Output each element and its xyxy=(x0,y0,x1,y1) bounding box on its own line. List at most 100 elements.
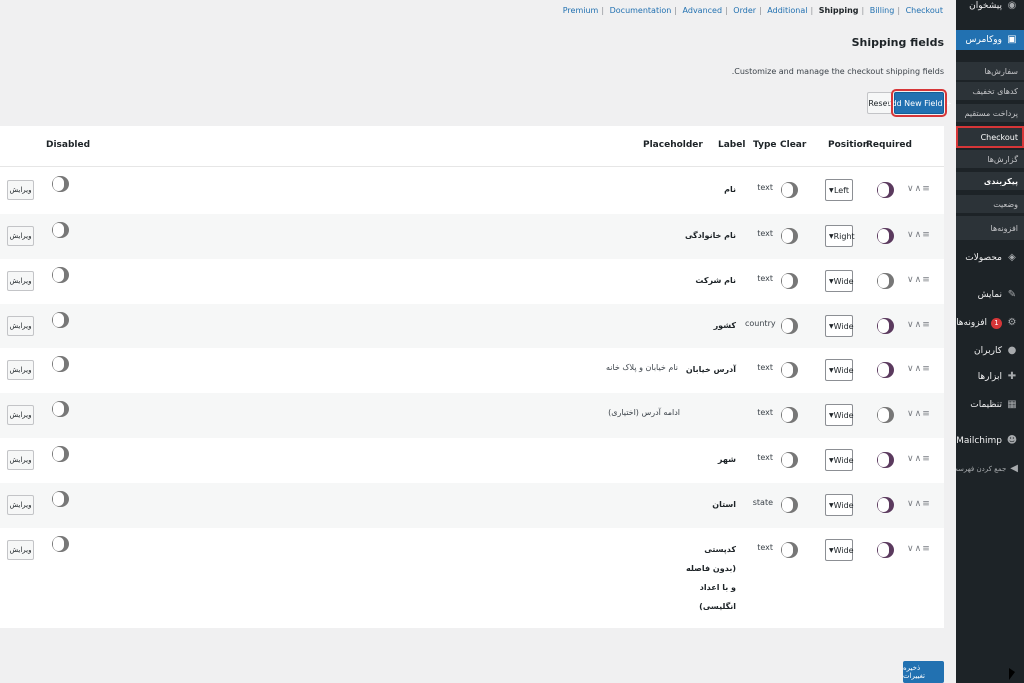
sidebar-item-settings[interactable]: تنظیمات ▦ xyxy=(956,395,1024,415)
type-cell: state xyxy=(752,498,773,507)
disabled-toggle[interactable] xyxy=(52,176,69,192)
sidebar-item-plugins[interactable]: افزونه‌ها 1 ⚙ xyxy=(956,313,1024,333)
edit-button[interactable]: ویرایش xyxy=(7,540,34,560)
clear-toggle[interactable] xyxy=(781,497,798,513)
tab-shipping[interactable]: Shipping xyxy=(819,6,859,15)
move-down-icon[interactable]: ∨ xyxy=(907,364,915,374)
admin-sidebar: پیشخوان ◉ ووکامرس ▣ سفارش‌ها کدهای تخفیف… xyxy=(956,0,1024,683)
disabled-toggle[interactable] xyxy=(52,491,69,507)
clear-toggle[interactable] xyxy=(781,362,798,378)
sidebar-item-label: جمع کردن فهرست xyxy=(956,465,1007,473)
edit-button[interactable]: ویرایش xyxy=(7,450,34,470)
edit-button[interactable]: ویرایش xyxy=(7,405,34,425)
drag-handle-icon[interactable]: ≡ xyxy=(922,275,931,285)
submenu-status[interactable]: وضعیت xyxy=(956,195,1024,213)
submenu-reports[interactable]: گزارش‌ها xyxy=(956,150,1024,168)
move-down-icon[interactable]: ∨ xyxy=(907,499,915,509)
required-toggle[interactable] xyxy=(877,452,894,468)
row-actions: ∨∧≡ xyxy=(907,499,931,509)
edit-button[interactable]: ویرایش xyxy=(7,360,34,380)
edit-button[interactable]: ویرایش xyxy=(7,226,34,246)
drag-handle-icon[interactable]: ≡ xyxy=(922,230,931,240)
drag-handle-icon[interactable]: ≡ xyxy=(922,499,931,509)
tab-additional[interactable]: Additional xyxy=(767,6,807,15)
drag-handle-icon[interactable]: ≡ xyxy=(922,364,931,374)
clear-toggle[interactable] xyxy=(781,318,798,334)
sidebar-item-woocommerce[interactable]: ووکامرس ▣ xyxy=(956,30,1024,50)
required-toggle[interactable] xyxy=(877,318,894,334)
edit-button[interactable]: ویرایش xyxy=(7,316,34,336)
clear-toggle[interactable] xyxy=(781,273,798,289)
submenu-extensions[interactable]: افزونه‌ها xyxy=(956,216,1024,240)
move-down-icon[interactable]: ∨ xyxy=(907,320,915,330)
submenu-checkout[interactable]: Checkout xyxy=(956,126,1024,148)
position-select[interactable]: ▼ Right xyxy=(825,225,855,247)
row-actions: ∨∧≡ xyxy=(907,364,931,374)
clear-toggle[interactable] xyxy=(781,542,798,558)
submenu-settings[interactable]: پیکربندی xyxy=(956,172,1024,190)
position-select[interactable]: ▼ Wide xyxy=(825,449,854,471)
tab-advanced[interactable]: Advanced xyxy=(683,6,723,15)
drag-handle-icon[interactable]: ≡ xyxy=(922,184,931,194)
sidebar-item-products[interactable]: محصولات ◈ xyxy=(956,248,1024,268)
required-toggle[interactable] xyxy=(877,497,894,513)
disabled-toggle[interactable] xyxy=(52,446,69,462)
position-select[interactable]: ▼ Wide xyxy=(825,359,854,381)
sidebar-item-appearance[interactable]: نمایش ✎ xyxy=(956,285,1024,305)
position-select[interactable]: ▼ Wide xyxy=(825,404,854,426)
move-down-icon[interactable]: ∨ xyxy=(907,409,915,419)
sidebar-item-users[interactable]: کاربران ● xyxy=(956,341,1024,361)
sidebar-item-tools[interactable]: ابزارها ✚ xyxy=(956,367,1024,387)
row-actions: ∨∧≡ xyxy=(907,320,931,330)
position-select[interactable]: ▼ Wide xyxy=(825,539,854,561)
submenu-coupons[interactable]: کدهای تخفیف xyxy=(956,82,1024,100)
clear-toggle[interactable] xyxy=(781,452,798,468)
position-select[interactable]: ▼ Wide xyxy=(825,315,854,337)
position-select[interactable]: ▼ Wide xyxy=(825,494,854,516)
table-row: ویرایش ادامه آدرس (اختیاری) text ▼ Wide … xyxy=(0,393,944,438)
disabled-toggle[interactable] xyxy=(52,356,69,372)
disabled-toggle[interactable] xyxy=(52,536,69,552)
submenu-orders[interactable]: سفارش‌ها xyxy=(956,62,1024,80)
add-new-field-button[interactable]: Add New Field + xyxy=(886,89,952,117)
clear-toggle[interactable] xyxy=(781,228,798,244)
required-toggle[interactable] xyxy=(877,228,894,244)
drag-handle-icon[interactable]: ≡ xyxy=(922,320,931,330)
disabled-toggle[interactable] xyxy=(52,267,69,283)
required-toggle[interactable] xyxy=(877,542,894,558)
required-toggle[interactable] xyxy=(877,407,894,423)
move-down-icon[interactable]: ∨ xyxy=(907,454,915,464)
position-select[interactable]: ▼ Wide xyxy=(825,270,854,292)
tab-order[interactable]: Order xyxy=(733,6,756,15)
disabled-toggle[interactable] xyxy=(52,401,69,417)
sidebar-item-dashboard[interactable]: پیشخوان ◉ xyxy=(956,0,1024,16)
table-row: ویرایش نام text ▼ Left ∨∧≡ xyxy=(0,168,944,214)
disabled-toggle[interactable] xyxy=(52,222,69,238)
tab-premium[interactable]: Premium xyxy=(563,6,599,15)
drag-handle-icon[interactable]: ≡ xyxy=(922,409,931,419)
sidebar-item-mailchimp[interactable]: Mailchimp ☻ xyxy=(956,431,1024,451)
required-toggle[interactable] xyxy=(877,273,894,289)
sidebar-collapse[interactable]: جمع کردن فهرست ◀ xyxy=(956,459,1024,479)
move-down-icon[interactable]: ∨ xyxy=(907,184,915,194)
label-cell: استان xyxy=(712,500,736,509)
move-down-icon[interactable]: ∨ xyxy=(907,230,915,240)
tab-checkout[interactable]: Checkout xyxy=(906,6,943,15)
edit-button[interactable]: ویرایش xyxy=(7,180,34,200)
required-toggle[interactable] xyxy=(877,362,894,378)
drag-handle-icon[interactable]: ≡ xyxy=(922,544,931,554)
required-toggle[interactable] xyxy=(877,182,894,198)
tab-documentation[interactable]: Documentation xyxy=(610,6,672,15)
drag-handle-icon[interactable]: ≡ xyxy=(922,454,931,464)
clear-toggle[interactable] xyxy=(781,182,798,198)
edit-button[interactable]: ویرایش xyxy=(7,271,34,291)
edit-button[interactable]: ویرایش xyxy=(7,495,34,515)
disabled-toggle[interactable] xyxy=(52,312,69,328)
position-select[interactable]: ▼ Left xyxy=(825,179,853,201)
move-down-icon[interactable]: ∨ xyxy=(907,544,915,554)
tab-billing[interactable]: Billing xyxy=(870,6,895,15)
clear-toggle[interactable] xyxy=(781,407,798,423)
move-down-icon[interactable]: ∨ xyxy=(907,275,915,285)
save-changes-button[interactable]: ذخیره تغییرات xyxy=(903,661,944,683)
submenu-direct-pay[interactable]: پرداخت مستقیم xyxy=(956,104,1024,122)
